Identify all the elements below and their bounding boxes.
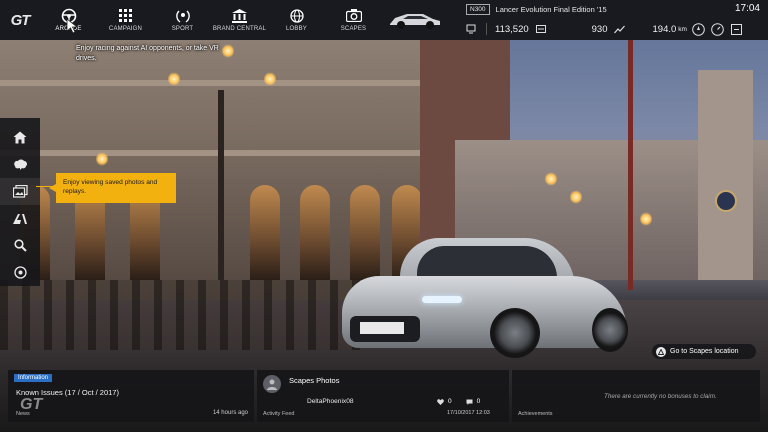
feed-user[interactable]: DeltaPhoenix08: [307, 398, 354, 405]
credits-icon: [534, 22, 548, 36]
achievements-panel[interactable]: There are currently no bonuses to claim.…: [512, 370, 760, 422]
bottom-panels: Information Known Issues (17 / Oct / 201…: [8, 370, 760, 422]
nav-label: LOBBY: [285, 25, 307, 32]
gt-logo[interactable]: GT: [0, 0, 40, 40]
search-icon: [13, 239, 27, 252]
nav-label: SPORT: [171, 25, 194, 32]
quick-menu-sidebar: [0, 118, 40, 286]
info-tag: Information: [14, 374, 53, 382]
credits-value: 113,520: [495, 23, 529, 35]
achievements-footer: Achievements: [518, 411, 553, 417]
settings-icon[interactable]: [730, 22, 744, 36]
news-panel[interactable]: Information Known Issues (17 / Oct / 201…: [8, 370, 254, 422]
sidebar-item-gallery[interactable]: [0, 178, 40, 205]
nav-item-lobby[interactable]: LOBBY: [268, 0, 325, 40]
car-class-badge: N300: [466, 3, 490, 15]
nav-item-campaign[interactable]: CAMPAIGN: [97, 0, 154, 40]
feed-reactions: 0 0: [437, 398, 480, 405]
photos-icon: [12, 185, 28, 198]
status-panel: N300 Lancer Evolution Final Edition '15 …: [458, 0, 768, 40]
laurel-icon: [175, 9, 191, 23]
feed-title: Scapes Photos: [289, 376, 340, 385]
likes-count: 0: [448, 398, 452, 405]
news-time: 14 hours ago: [212, 410, 248, 416]
background-scene: [0, 0, 768, 432]
flag-pole: [628, 40, 633, 290]
go-to-scapes-button[interactable]: Go to Scapes location: [652, 344, 756, 359]
disc-icon: [13, 266, 27, 279]
gt-auto-icon: [13, 213, 27, 224]
clock-time: 17:04: [734, 3, 760, 14]
car-thumb-icon: [389, 14, 440, 29]
brain-icon: [13, 159, 27, 170]
mileage-points-value: 930: [591, 23, 608, 35]
avatar: [263, 375, 281, 393]
nav-label: SCAPES: [340, 25, 367, 32]
trophy-icon[interactable]: [692, 22, 706, 36]
comments-count: 0: [476, 398, 481, 405]
comment-icon: [466, 399, 473, 405]
nav-item-brand-central[interactable]: BRAND CENTRAL: [211, 0, 268, 40]
current-car-name[interactable]: Lancer Evolution Final Edition '15: [496, 5, 607, 14]
trend-icon: [613, 22, 627, 36]
news-footer: News: [16, 411, 30, 417]
building-icon: [232, 8, 248, 23]
top-bar: GT ARCADE CAMPAIGN SPORT BRAND CENTRAL: [0, 0, 768, 40]
cafe-chairs: [0, 280, 360, 350]
tune-icon: [464, 22, 478, 36]
home-icon: [13, 131, 27, 144]
nav-item-sport[interactable]: SPORT: [154, 0, 211, 40]
featured-car: [342, 238, 628, 363]
sidebar-item-options[interactable]: [0, 259, 40, 286]
distance-unit: km: [678, 25, 687, 33]
scapes-button-label: Go to Scapes location: [670, 348, 739, 355]
garage-car-thumbnail[interactable]: [382, 0, 447, 40]
activity-feed-panel[interactable]: Scapes Photos DeltaPhoenix08 0 0 Activit…: [257, 370, 509, 422]
camera-icon: [345, 9, 362, 23]
nav-label: CAMPAIGN: [108, 25, 143, 32]
distance-value: 194.0: [652, 23, 677, 35]
sidebar-item-search[interactable]: [0, 232, 40, 259]
nav-item-scapes[interactable]: SCAPES: [325, 0, 382, 40]
pointer-cursor-icon: [66, 18, 80, 39]
globe-icon: [289, 8, 305, 23]
heart-icon: [437, 398, 444, 405]
feed-footer: Activity Feed: [263, 411, 295, 417]
main-nav: ARCADE CAMPAIGN SPORT BRAND CENTRAL LOBB…: [40, 0, 382, 40]
sidebar-item-home[interactable]: [0, 124, 40, 151]
sidebar-tooltip: Enjoy viewing saved photos and replays.: [49, 173, 176, 203]
grid-icon: [118, 9, 134, 23]
sidebar-item-gt-auto[interactable]: [0, 205, 40, 232]
gauge-icon[interactable]: [711, 22, 725, 36]
lamp-post: [218, 90, 224, 280]
feed-date: 17/10/2017 12:03: [447, 410, 490, 416]
nav-label: BRAND CENTRAL: [212, 25, 267, 32]
arcade-description: Enjoy racing against AI opponents, or ta…: [76, 45, 219, 62]
achievements-empty-text: There are currently no bonuses to claim.: [604, 393, 717, 400]
triangle-button-icon: [656, 346, 666, 357]
sidebar-item-tuning[interactable]: [0, 151, 40, 178]
clock-tower: [698, 70, 753, 280]
